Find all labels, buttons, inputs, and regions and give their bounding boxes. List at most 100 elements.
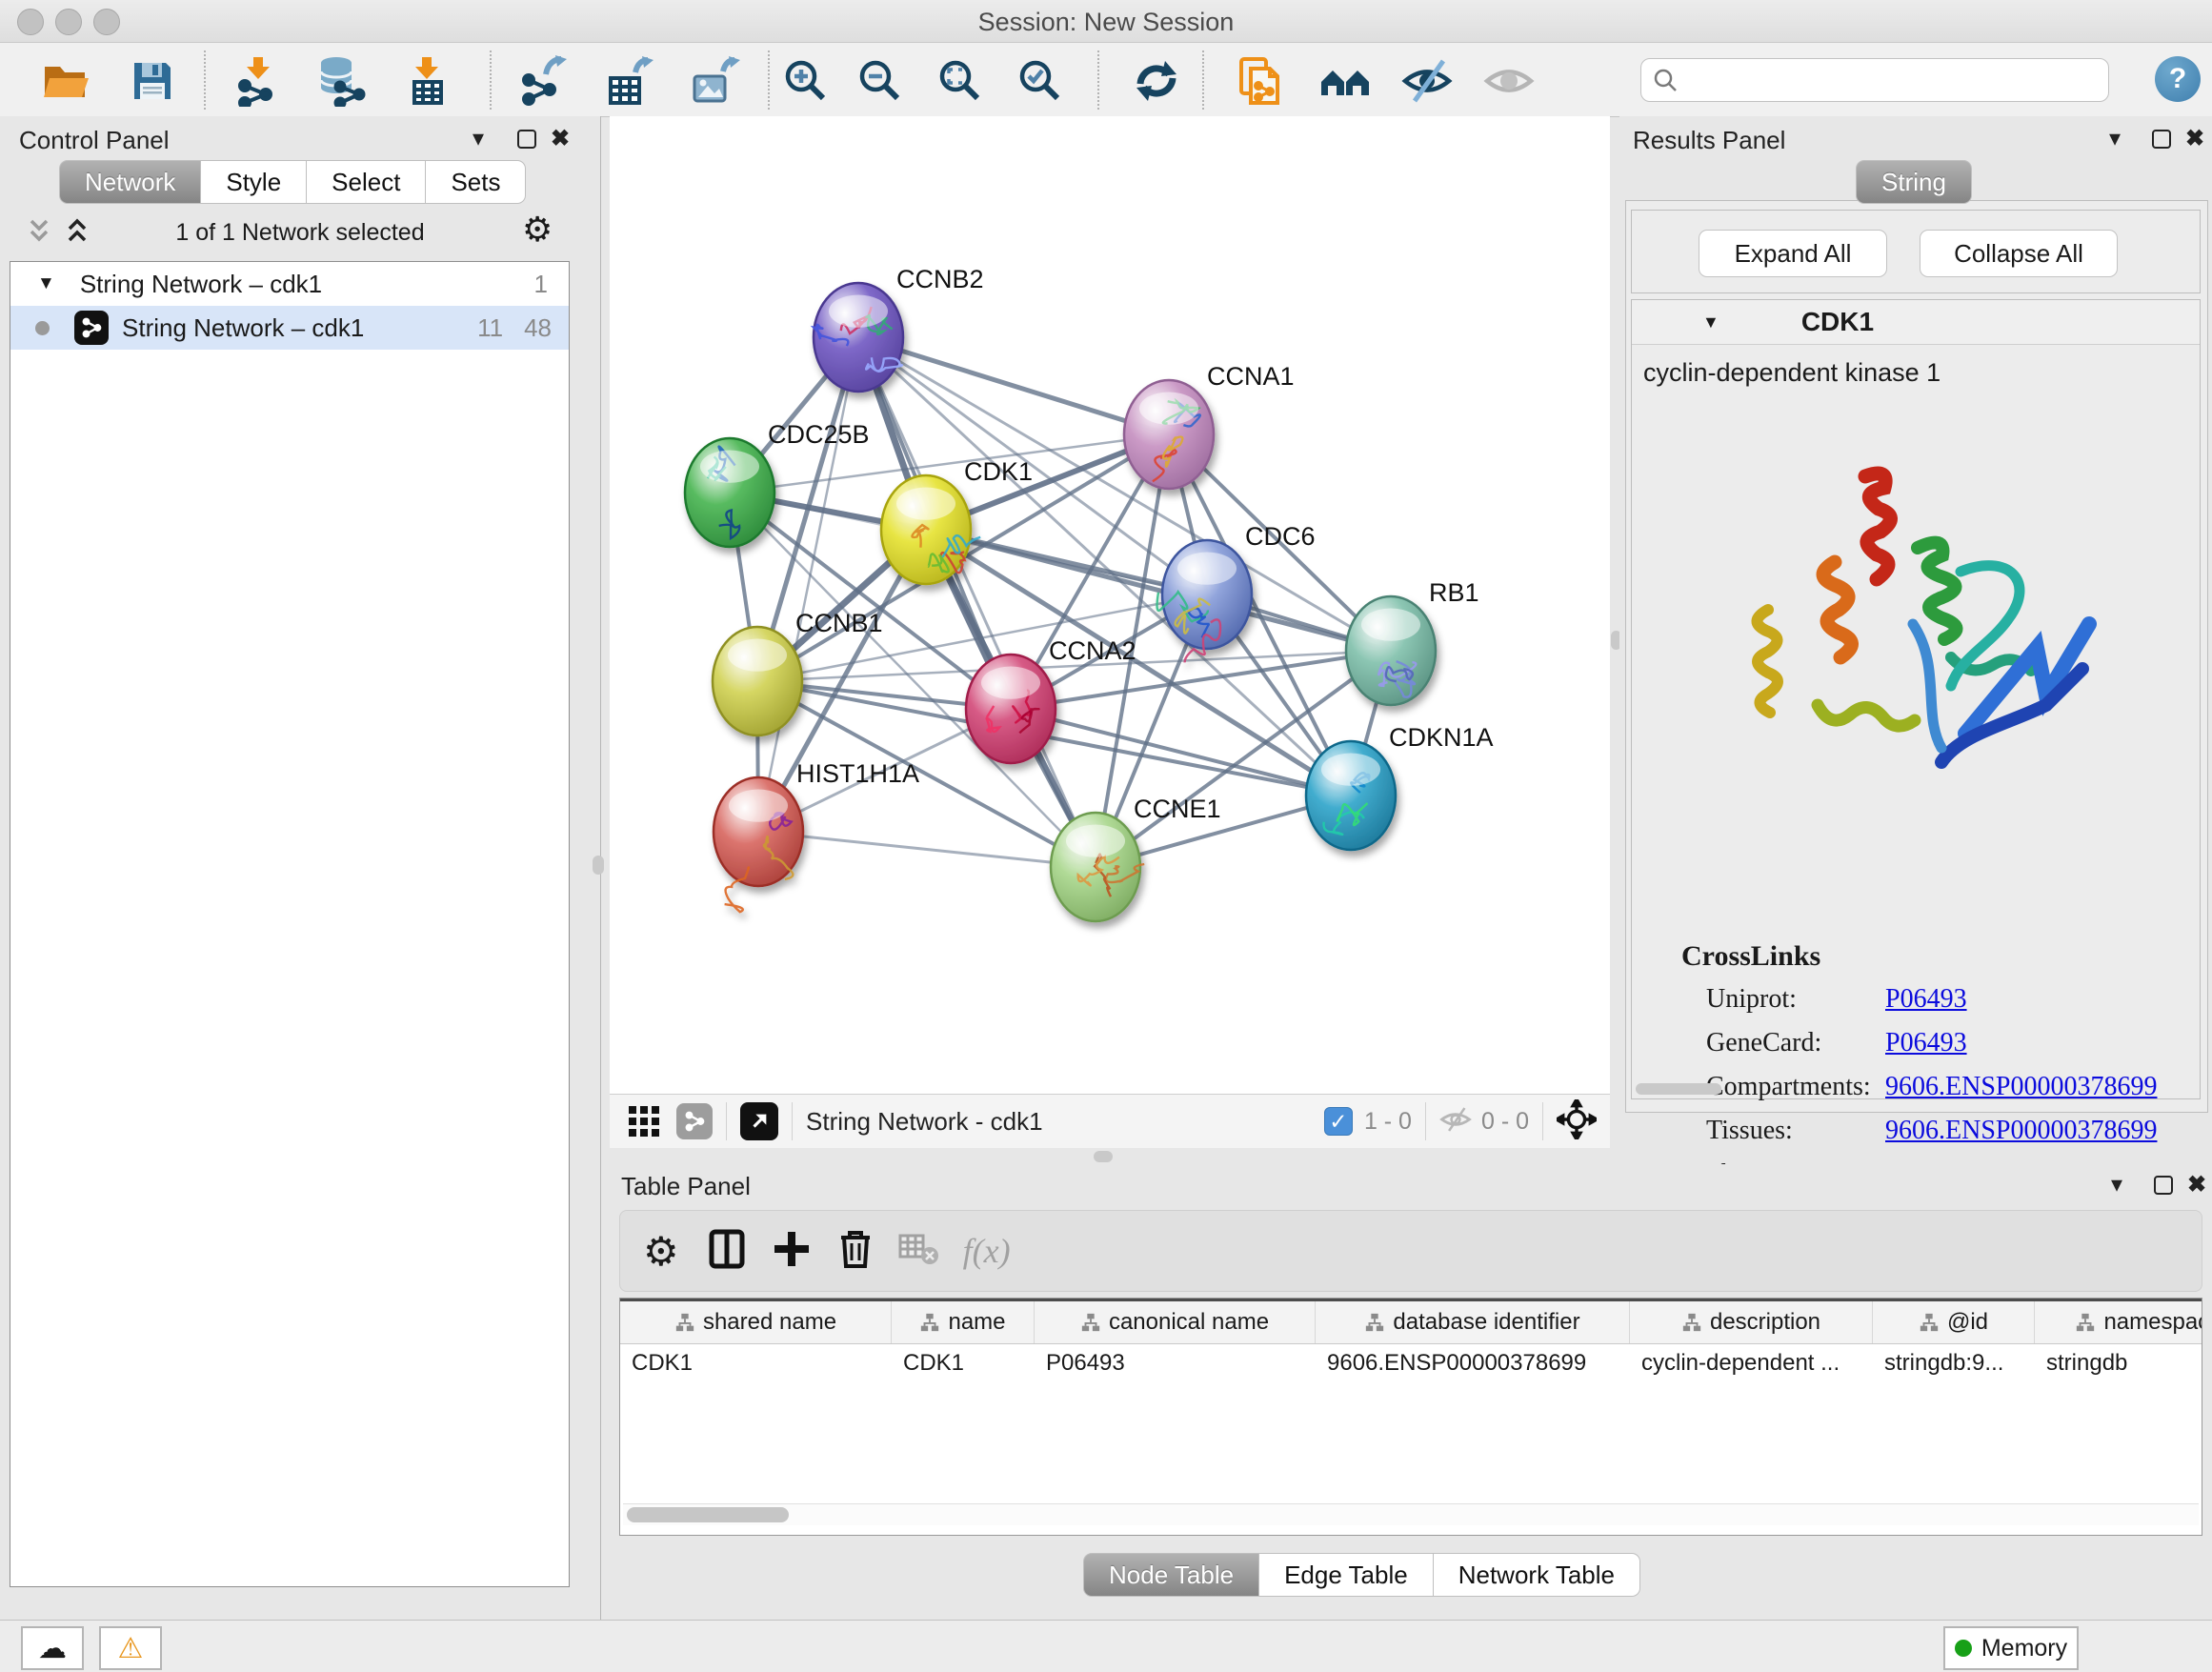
tab-select[interactable]: Select (307, 160, 426, 204)
network-node-CDKN1A[interactable] (1306, 741, 1396, 850)
column-header-database-identifier[interactable]: database identifier (1316, 1301, 1630, 1343)
panel-menu-icon[interactable]: ▾ (2109, 128, 2121, 151)
crosslink-label: Compartments: (1706, 1072, 1885, 1116)
search-input[interactable] (1687, 66, 2091, 94)
zoom-selected-icon[interactable] (1014, 54, 1067, 108)
network-node-CCNE1[interactable] (1051, 813, 1144, 921)
network-node-CDK1[interactable] (881, 475, 980, 584)
pan-tool-icon[interactable] (1557, 1099, 1597, 1144)
control-panel-title: Control Panel (19, 126, 170, 155)
export-table-icon[interactable] (602, 54, 655, 108)
panel-menu-icon[interactable]: ▾ (473, 128, 484, 151)
zoom-in-icon[interactable] (779, 54, 833, 108)
clone-network-icon[interactable] (1233, 54, 1286, 108)
network-node-CDC25B[interactable] (685, 438, 774, 547)
table-settings-gear-icon[interactable]: ⚙ (643, 1228, 679, 1275)
collapse-entry-icon[interactable]: ▼ (1702, 312, 1719, 332)
network-node-CCNB2[interactable] (814, 283, 903, 392)
tree-expander-icon[interactable]: ▼ (37, 273, 55, 294)
import-table-icon[interactable] (400, 54, 453, 108)
tab-edge-table[interactable]: Edge Table (1259, 1553, 1434, 1597)
zoom-out-icon[interactable] (854, 54, 907, 108)
panel-float-icon[interactable] (2152, 130, 2171, 149)
tab-string[interactable]: String (1856, 160, 1972, 204)
network-edge[interactable] (858, 337, 1169, 434)
search-field[interactable] (1640, 58, 2109, 102)
selected-checkbox[interactable]: ✓ (1324, 1107, 1353, 1136)
network-row-selected[interactable]: String Network – cdk1 11 48 (10, 306, 569, 350)
network-node-CCNB1[interactable] (713, 627, 802, 735)
table-cell: CDK1 (620, 1350, 892, 1377)
refresh-layout-icon[interactable] (1130, 54, 1183, 108)
hide-unhide-icon[interactable] (1400, 54, 1454, 108)
help-button[interactable]: ? (2155, 56, 2201, 102)
panel-close-icon[interactable]: ✖ (2187, 1174, 2206, 1197)
delete-column-icon[interactable] (837, 1228, 874, 1275)
network-node-RB1[interactable] (1346, 596, 1436, 705)
column-type-icon (2075, 1312, 2096, 1333)
table-row[interactable]: CDK1CDK1P064939606.ENSP00000378699cyclin… (620, 1344, 2202, 1382)
panel-float-icon[interactable] (517, 130, 536, 149)
network-view-type-icon[interactable] (676, 1103, 713, 1139)
show-columns-icon[interactable] (708, 1228, 746, 1275)
collapse-all-button[interactable]: Collapse All (1920, 230, 2118, 277)
node-details-header[interactable]: ▼ CDK1 (1632, 300, 2200, 345)
expand-collapse-box: Expand All Collapse All (1631, 210, 2201, 293)
cloud-status-button[interactable]: ☁ (21, 1626, 84, 1670)
show-eye-disabled-icon (1482, 54, 1536, 108)
network-edge[interactable] (758, 337, 858, 832)
window-title: Session: New Session (0, 8, 2212, 37)
table-toolbar: ⚙ f(x) (619, 1210, 2202, 1292)
import-network-database-icon[interactable] (314, 54, 368, 108)
warnings-button[interactable]: ⚠ (99, 1626, 162, 1670)
network-node-HIST1H1A[interactable] (714, 777, 803, 912)
expand-all-button[interactable]: Expand All (1699, 230, 1887, 277)
tab-network-table[interactable]: Network Table (1434, 1553, 1640, 1597)
crosslink-row: Uniprot:P06493 (1706, 984, 2192, 1028)
add-column-icon[interactable] (773, 1230, 811, 1273)
export-image-icon[interactable] (688, 54, 741, 108)
memory-button[interactable]: Memory (1943, 1626, 2079, 1670)
open-file-icon[interactable] (38, 54, 91, 108)
node-label-CDC25B: CDC25B (768, 420, 870, 449)
column-header-@id[interactable]: @id (1873, 1301, 2035, 1343)
home-networks-icon[interactable] (1318, 54, 1372, 108)
column-header-namespace[interactable]: namespace (2035, 1301, 2202, 1343)
column-header-name[interactable]: name (892, 1301, 1035, 1343)
network-options-gear-icon[interactable]: ⚙ (522, 210, 553, 250)
import-network-file-icon[interactable] (231, 54, 284, 108)
column-header-canonical-name[interactable]: canonical name (1035, 1301, 1316, 1343)
network-edge[interactable] (926, 530, 1391, 651)
panel-close-icon[interactable]: ✖ (2185, 128, 2204, 151)
grid-view-icon[interactable] (627, 1102, 661, 1141)
panel-menu-icon[interactable]: ▾ (2111, 1174, 2122, 1197)
panel-float-icon[interactable] (2154, 1176, 2173, 1195)
crosslink-link[interactable]: 9606.ENSP00000378699 (1885, 1072, 2157, 1116)
tab-style[interactable]: Style (201, 160, 307, 204)
crosslink-link[interactable]: 9606.ENSP00000378699 (1885, 1116, 2157, 1159)
export-network-icon[interactable] (516, 54, 570, 108)
table-hscrollbar[interactable] (623, 1503, 2199, 1525)
column-header-description[interactable]: description (1630, 1301, 1873, 1343)
toolbar-separator (1202, 50, 1204, 110)
panel-close-icon[interactable]: ✖ (551, 128, 570, 151)
tab-network[interactable]: Network (59, 160, 201, 204)
splitter-handle[interactable] (1094, 1151, 1113, 1162)
table-hscroll-thumb[interactable] (627, 1507, 789, 1522)
zoom-fit-icon[interactable] (934, 54, 987, 108)
network-edge[interactable] (758, 832, 1096, 867)
network-node-CCNA1[interactable] (1124, 380, 1214, 489)
birds-eye-view-icon[interactable] (740, 1102, 778, 1140)
tab-node-table[interactable]: Node Table (1083, 1553, 1259, 1597)
network-collection-row[interactable]: ▼ String Network – cdk1 1 (10, 262, 569, 306)
network-canvas[interactable]: CCNB2CCNA1CDC25BCDK1CDC6RB1CCNB1CCNA2CDK… (610, 116, 1610, 1094)
column-header-shared-name[interactable]: shared name (620, 1301, 892, 1343)
splitter-handle[interactable] (593, 856, 604, 875)
crosslink-link[interactable]: P06493 (1885, 984, 1967, 1028)
save-session-icon[interactable] (126, 54, 179, 108)
network-node-CCNA2[interactable] (966, 655, 1056, 763)
network-node-CDC6[interactable] (1157, 540, 1252, 662)
results-hscroll-thumb[interactable] (1636, 1083, 1721, 1095)
tab-sets[interactable]: Sets (426, 160, 526, 204)
crosslink-link[interactable]: P06493 (1885, 1028, 1967, 1072)
